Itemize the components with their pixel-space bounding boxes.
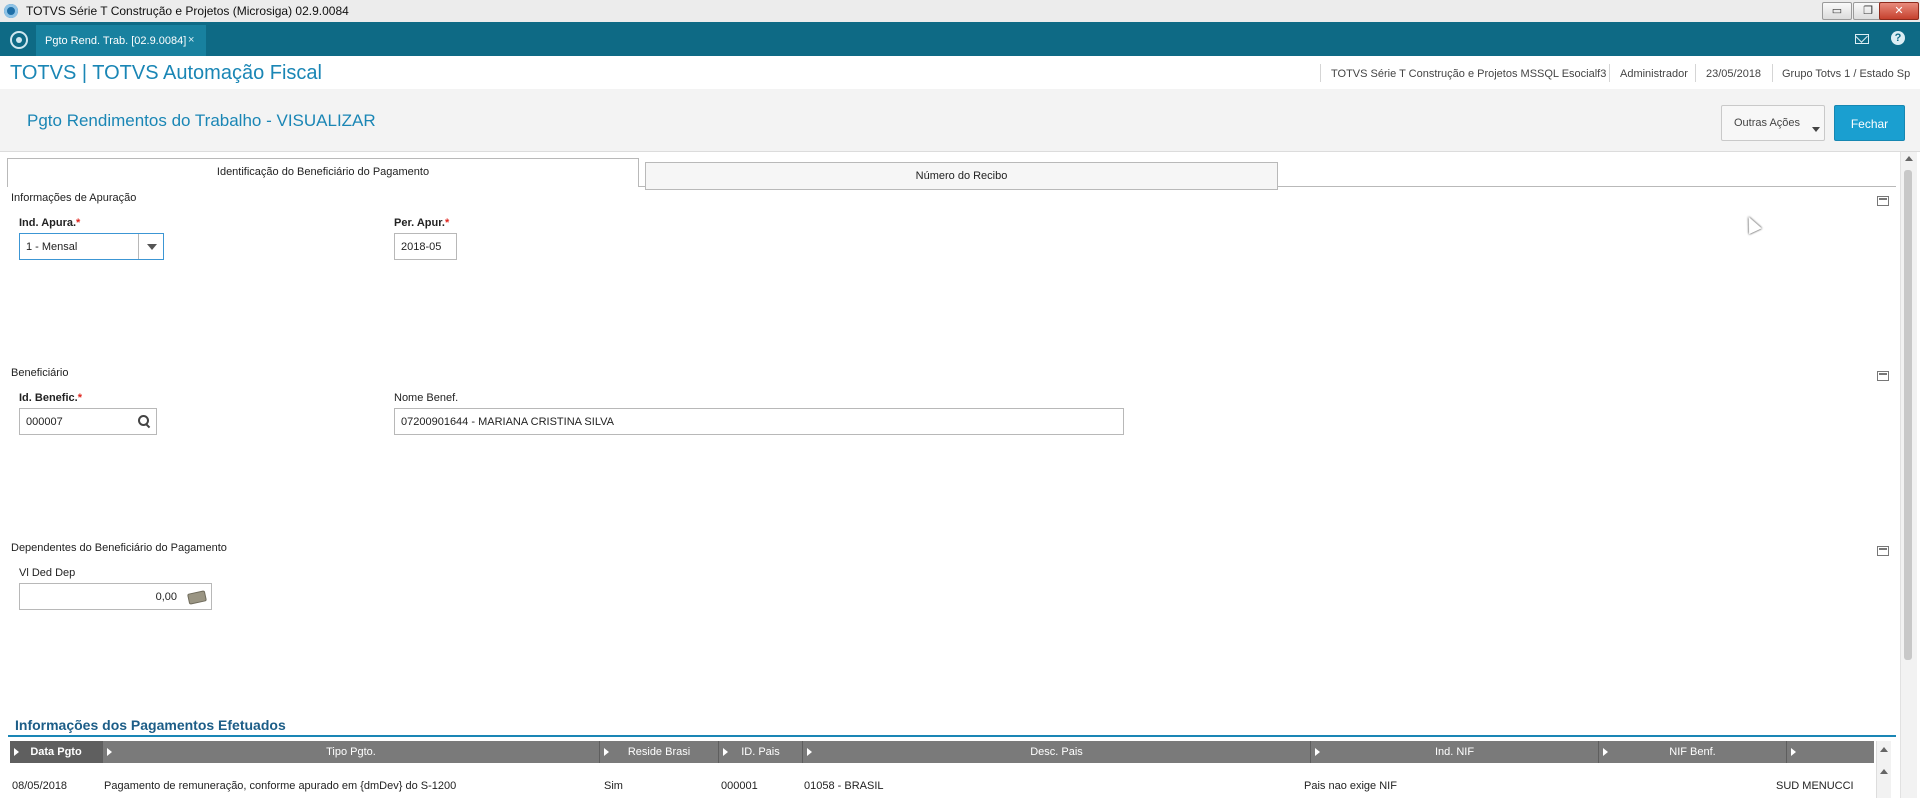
user-label: Administrador bbox=[1620, 68, 1688, 80]
ind-apura-label: Ind. Apura.* bbox=[19, 217, 81, 229]
scroll-up-icon[interactable] bbox=[1880, 769, 1888, 774]
tab-numero-recibo[interactable]: Número do Recibo bbox=[645, 162, 1278, 190]
ind-apura-select[interactable]: 1 - Mensal bbox=[19, 233, 164, 260]
chevron-down-icon bbox=[1812, 127, 1820, 132]
table-row[interactable]: 08/05/2018 Pagamento de remuneração, con… bbox=[10, 776, 1874, 798]
heading-underline bbox=[8, 735, 1896, 737]
window-titlebar: TOTVS Série T Construção e Projetos (Mic… bbox=[0, 0, 1920, 23]
divider bbox=[1320, 64, 1321, 82]
section-apuracao-title: Informações de Apuração bbox=[11, 192, 137, 204]
col-id-pais[interactable]: ID. Pais bbox=[719, 741, 803, 763]
scroll-up-icon[interactable] bbox=[1880, 747, 1888, 752]
vl-ded-dep-input[interactable]: 0,00 bbox=[19, 583, 212, 610]
collapse-section-icon[interactable] bbox=[1877, 196, 1889, 206]
tab-pgto-rend-trab[interactable]: Pgto Rend. Trab. [02.9.0084] × bbox=[36, 25, 206, 56]
ind-apura-value: 1 - Mensal bbox=[26, 241, 78, 253]
cell-ind-nif: Pais nao exige NIF bbox=[1304, 780, 1397, 792]
section-beneficiario-title: Beneficiário bbox=[11, 367, 69, 379]
search-icon[interactable] bbox=[138, 415, 151, 429]
scroll-up-icon[interactable] bbox=[1905, 156, 1913, 161]
per-apur-value: 2018-05 bbox=[401, 241, 442, 253]
window-title: TOTVS Série T Construção e Projetos (Mic… bbox=[26, 4, 349, 18]
page-scrollbar[interactable] bbox=[1900, 152, 1917, 798]
cell-tipo-pgto: Pagamento de remuneração, conforme apura… bbox=[104, 780, 457, 792]
page-title: Pgto Rendimentos do Trabalho - VISUALIZA… bbox=[27, 111, 376, 130]
id-benefic-input[interactable]: 000007 bbox=[19, 408, 157, 435]
date-label: 23/05/2018 bbox=[1706, 68, 1762, 80]
environment-label: TOTVS Série T Construção e Projetos MSSQ… bbox=[1331, 68, 1607, 80]
col-ind-nif[interactable]: Ind. NIF bbox=[1311, 741, 1599, 763]
divider bbox=[1772, 64, 1773, 82]
fechar-label: Fechar bbox=[1850, 117, 1889, 131]
col-desc-pais[interactable]: Desc. Pais bbox=[803, 741, 1311, 763]
nome-benef-value: 07200901644 - MARIANA CRISTINA SILVA bbox=[401, 416, 614, 428]
form-content: Identificação do Beneficiário do Pagamen… bbox=[0, 152, 1920, 798]
cell-extra: SUD MENUCCI bbox=[1776, 780, 1854, 792]
minimize-button[interactable]: ▭ bbox=[1822, 2, 1852, 20]
section-dependentes-title: Dependentes do Beneficiário do Pagamento bbox=[11, 542, 227, 554]
collapse-section-icon[interactable] bbox=[1877, 546, 1889, 556]
tab-label: Pgto Rend. Trab. [02.9.0084] bbox=[45, 35, 187, 47]
tab-close-icon[interactable]: × bbox=[188, 34, 194, 46]
help-icon[interactable]: ? bbox=[1891, 31, 1905, 45]
grid-scrollbar[interactable] bbox=[1876, 741, 1891, 798]
id-benefic-label: Id. Benefic.* bbox=[19, 392, 82, 404]
cell-reside-brasil: Sim bbox=[604, 780, 623, 792]
tab-strip: Pgto Rend. Trab. [02.9.0084] × ? bbox=[0, 22, 1920, 56]
tab-identificacao[interactable]: Identificação do Beneficiário do Pagamen… bbox=[7, 158, 639, 187]
col-reside-brasil[interactable]: Reside Brasi bbox=[600, 741, 719, 763]
cell-desc-pais: 01058 - BRASIL bbox=[804, 780, 884, 792]
divider bbox=[1609, 64, 1610, 82]
per-apur-label: Per. Apur.* bbox=[394, 217, 450, 229]
col-data-pgto[interactable]: Data Pgto bbox=[10, 741, 103, 763]
calculator-icon[interactable] bbox=[187, 590, 207, 605]
cell-data-pgto: 08/05/2018 bbox=[12, 780, 68, 792]
fechar-button[interactable]: Fechar bbox=[1834, 105, 1905, 141]
cell-id-pais: 000001 bbox=[721, 780, 758, 792]
pagamentos-heading: Informações dos Pagamentos Efetuados bbox=[15, 717, 286, 733]
collapse-section-icon[interactable] bbox=[1877, 371, 1889, 381]
brand-bar: TOTVS | TOTVS Automação Fiscal TOTVS Sér… bbox=[0, 56, 1920, 90]
outras-acoes-button[interactable]: Outras Ações bbox=[1721, 105, 1825, 141]
page-header: Pgto Rendimentos do Trabalho - VISUALIZA… bbox=[0, 89, 1920, 152]
per-apur-input[interactable]: 2018-05 bbox=[394, 233, 457, 260]
nome-benef-input[interactable]: 07200901644 - MARIANA CRISTINA SILVA bbox=[394, 408, 1124, 435]
nome-benef-label: Nome Benef. bbox=[394, 392, 459, 404]
col-nif-benf[interactable]: NIF Benf. bbox=[1599, 741, 1787, 763]
mail-icon[interactable] bbox=[1855, 34, 1869, 44]
scrollbar-thumb[interactable] bbox=[1904, 170, 1912, 660]
vl-ded-dep-label: Vl Ded Dep bbox=[19, 567, 76, 579]
home-icon[interactable] bbox=[10, 31, 28, 49]
close-window-button[interactable]: ✕ bbox=[1879, 2, 1919, 20]
app-logo-icon bbox=[4, 4, 18, 18]
col-tipo-pgto[interactable]: Tipo Pgto. bbox=[103, 741, 600, 763]
col-extra[interactable] bbox=[1787, 741, 1873, 763]
chevron-down-icon[interactable] bbox=[138, 234, 163, 259]
vl-ded-dep-value: 0,00 bbox=[155, 591, 177, 603]
grid-header: Data Pgto Tipo Pgto. Reside Brasi ID. Pa… bbox=[10, 741, 1874, 763]
id-benefic-value: 000007 bbox=[26, 416, 63, 428]
company-label: Grupo Totvs 1 / Estado Sp bbox=[1782, 68, 1911, 80]
outras-acoes-label: Outras Ações bbox=[1734, 117, 1801, 129]
brand-title: TOTVS | TOTVS Automação Fiscal bbox=[10, 62, 322, 84]
divider bbox=[1695, 64, 1696, 82]
